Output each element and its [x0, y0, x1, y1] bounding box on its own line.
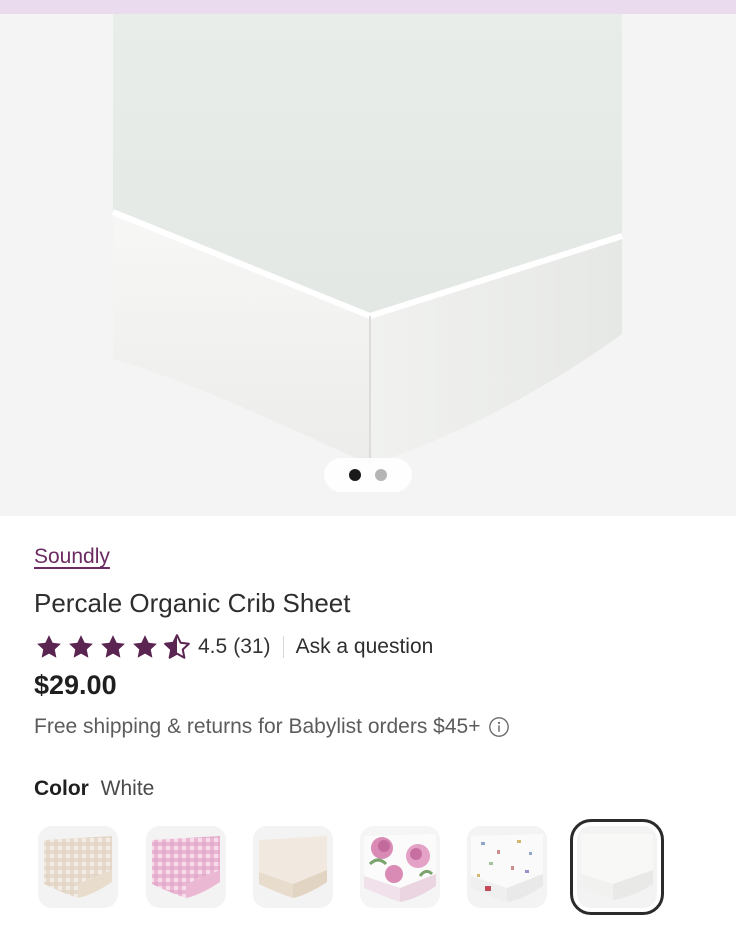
crib-sheet-image — [111, 14, 623, 464]
info-icon[interactable] — [488, 716, 510, 738]
brand-link[interactable]: Soundly — [34, 545, 110, 569]
swatch-white-image — [577, 826, 657, 908]
product-title: Percale Organic Crib Sheet — [34, 588, 351, 618]
review-count[interactable]: (31) — [233, 635, 270, 659]
rating-row: 4.5 (31) Ask a question — [34, 632, 433, 662]
star-icon — [133, 635, 157, 658]
divider — [282, 636, 284, 658]
shipping-text: Free shipping & returns for Babylist ord… — [34, 715, 481, 738]
swatch-pink-gingham[interactable] — [146, 826, 226, 908]
color-selection: Color White — [34, 777, 154, 801]
swatch-beige-gingham-image — [38, 826, 118, 908]
swatch-pink-gingham-image — [146, 826, 226, 908]
swatch-beige-gingham[interactable] — [38, 826, 118, 908]
swatch-peony-floral[interactable] — [360, 826, 440, 908]
swatch-oat-image — [253, 826, 333, 908]
top-strip — [0, 0, 736, 14]
rating-stars[interactable] — [34, 632, 192, 662]
star-icon — [69, 635, 93, 658]
color-label: Color — [34, 777, 89, 800]
swatch-oat[interactable] — [253, 826, 333, 908]
ask-question-link[interactable]: Ask a question — [296, 635, 434, 659]
swatch-terrazzo[interactable] — [467, 826, 547, 908]
star-icon — [37, 635, 61, 658]
star-icon — [101, 635, 125, 658]
carousel-dot-2[interactable] — [375, 469, 387, 481]
half-star-icon — [164, 634, 190, 659]
carousel-dot-1[interactable] — [349, 469, 361, 481]
price: $29.00 — [34, 670, 117, 700]
swatch-peony-floral-image — [360, 826, 440, 908]
color-value: White — [100, 777, 155, 800]
product-image-carousel[interactable] — [0, 14, 736, 516]
rating-value: 4.5 — [198, 635, 228, 658]
swatch-terrazzo-image — [467, 826, 547, 908]
carousel-pagination[interactable] — [324, 458, 412, 492]
shipping-info: Free shipping & returns for Babylist ord… — [34, 715, 510, 739]
swatch-white[interactable] — [570, 819, 664, 915]
